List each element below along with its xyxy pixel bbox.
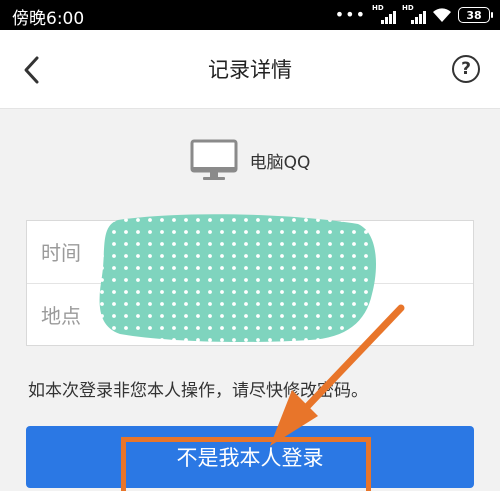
- wifi-icon: [433, 8, 451, 22]
- security-hint: 如本次登录非您本人操作，请尽快修改密码。: [28, 381, 368, 401]
- signal-icon-1: HD: [372, 4, 396, 24]
- more-dots-icon: •••: [334, 5, 366, 24]
- status-icons: ••• HD HD 38: [334, 4, 493, 24]
- signal-icon-2: HD: [402, 4, 426, 24]
- device-name: 电脑QQ: [249, 152, 311, 173]
- monitor-icon: [190, 139, 238, 180]
- page-title: 记录详情: [208, 58, 292, 82]
- status-bar: 傍晚6:00 ••• HD HD 38: [0, 0, 500, 30]
- location-label: 地点: [41, 304, 81, 328]
- help-icon[interactable]: ?: [452, 55, 480, 83]
- redaction-mask: [99, 214, 377, 342]
- not-me-login-button[interactable]: 不是我本人登录: [26, 426, 474, 488]
- help-glyph: ?: [461, 59, 471, 79]
- status-time: 傍晚6:00: [12, 9, 85, 29]
- device-info: 电脑QQ: [0, 138, 500, 182]
- nav-bar: 记录详情 ?: [0, 30, 500, 109]
- battery-icon: 38: [458, 7, 493, 23]
- time-label: 时间: [41, 241, 81, 265]
- battery-level: 38: [466, 8, 482, 22]
